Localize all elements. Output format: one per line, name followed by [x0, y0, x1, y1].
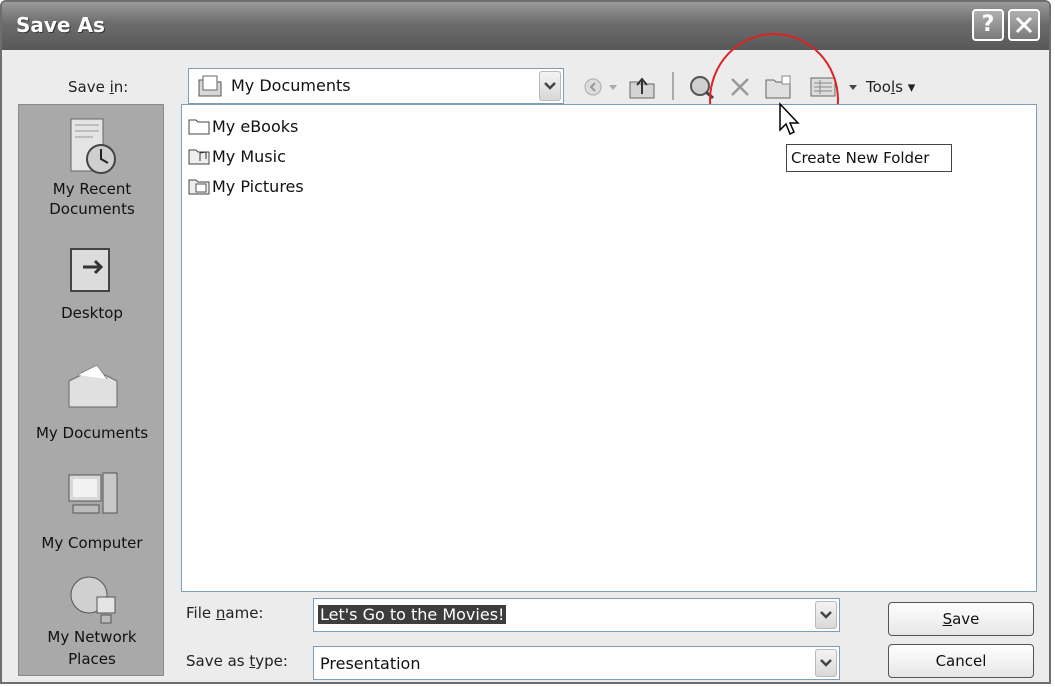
- window-title: Save As: [16, 13, 105, 37]
- music-folder-icon: [188, 149, 210, 165]
- place-my-documents[interactable]: My Documents: [19, 349, 165, 459]
- place-my-recent-documents[interactable]: My Recent Documents: [19, 105, 165, 225]
- close-icon: [1015, 16, 1033, 34]
- save-as-type-value: Presentation: [320, 654, 421, 673]
- file-name-dropdown-arrow[interactable]: [815, 601, 837, 629]
- chevron-down-icon: [820, 659, 832, 667]
- save-as-type-dropdown[interactable]: Presentation: [313, 646, 840, 680]
- save-as-type-dropdown-arrow[interactable]: [815, 649, 837, 677]
- pictures-folder-icon: [188, 179, 210, 195]
- list-item-my-ebooks[interactable]: My eBooks: [188, 117, 298, 136]
- place-my-computer[interactable]: My Computer: [19, 465, 165, 565]
- my-documents-icon: [198, 75, 222, 97]
- chevron-down-icon: [544, 82, 556, 90]
- file-name: My Pictures: [212, 177, 304, 196]
- save-as-dialog: Save As ? Save in: My Documents Tools ▾: [0, 0, 1051, 684]
- place-label: Places: [68, 650, 116, 668]
- recent-documents-icon: [70, 118, 116, 174]
- place-label: Desktop: [61, 304, 123, 322]
- list-item-my-music[interactable]: My Music: [188, 147, 286, 166]
- network-places-icon: [70, 576, 116, 624]
- help-button[interactable]: ?: [972, 9, 1004, 41]
- up-folder-icon[interactable]: [628, 74, 658, 100]
- tools-menu[interactable]: Tools ▾: [866, 78, 915, 96]
- place-desktop[interactable]: Desktop: [19, 235, 165, 335]
- back-icon[interactable]: [582, 76, 606, 98]
- save-in-value: My Documents: [231, 76, 351, 95]
- toolbar-separator: [672, 72, 674, 100]
- places-bar: My Recent Documents Desktop My Documents: [18, 104, 164, 676]
- place-my-network-places[interactable]: My Network Places: [19, 567, 165, 677]
- mouse-cursor-icon: [779, 102, 800, 136]
- my-computer-icon: [68, 472, 118, 514]
- close-button[interactable]: [1008, 9, 1040, 41]
- save-in-label: Save in:: [68, 78, 129, 96]
- back-dropdown-icon[interactable]: [608, 84, 618, 92]
- file-name-label: File name:: [186, 604, 264, 622]
- file-name: My Music: [212, 147, 286, 166]
- list-item-my-pictures[interactable]: My Pictures: [188, 177, 304, 196]
- save-in-dropdown[interactable]: My Documents: [188, 68, 564, 104]
- place-label: My Recent: [52, 180, 132, 198]
- desktop-icon: [70, 248, 110, 292]
- file-list[interactable]: My eBooks My Music My Pictures: [181, 104, 1037, 592]
- views-dropdown-icon[interactable]: [848, 84, 858, 92]
- save-as-type-label: Save as type:: [186, 652, 288, 670]
- file-name-value: Let's Go to the Movies!: [318, 605, 507, 624]
- place-label: My Computer: [41, 534, 143, 552]
- cancel-button[interactable]: Cancel: [888, 644, 1034, 678]
- create-new-folder-tooltip: Create New Folder: [786, 144, 952, 172]
- chevron-down-icon: [820, 611, 832, 619]
- folder-icon: [188, 119, 210, 135]
- file-name-input[interactable]: Let's Go to the Movies!: [313, 598, 840, 632]
- my-documents-icon: [68, 364, 118, 408]
- place-label: Documents: [49, 200, 135, 218]
- title-bar: Save As ?: [2, 2, 1049, 50]
- file-name: My eBooks: [212, 117, 299, 136]
- save-in-dropdown-arrow[interactable]: [539, 71, 561, 101]
- place-label: My Network: [47, 628, 137, 646]
- save-button[interactable]: Save: [888, 602, 1034, 636]
- place-label: My Documents: [35, 424, 149, 442]
